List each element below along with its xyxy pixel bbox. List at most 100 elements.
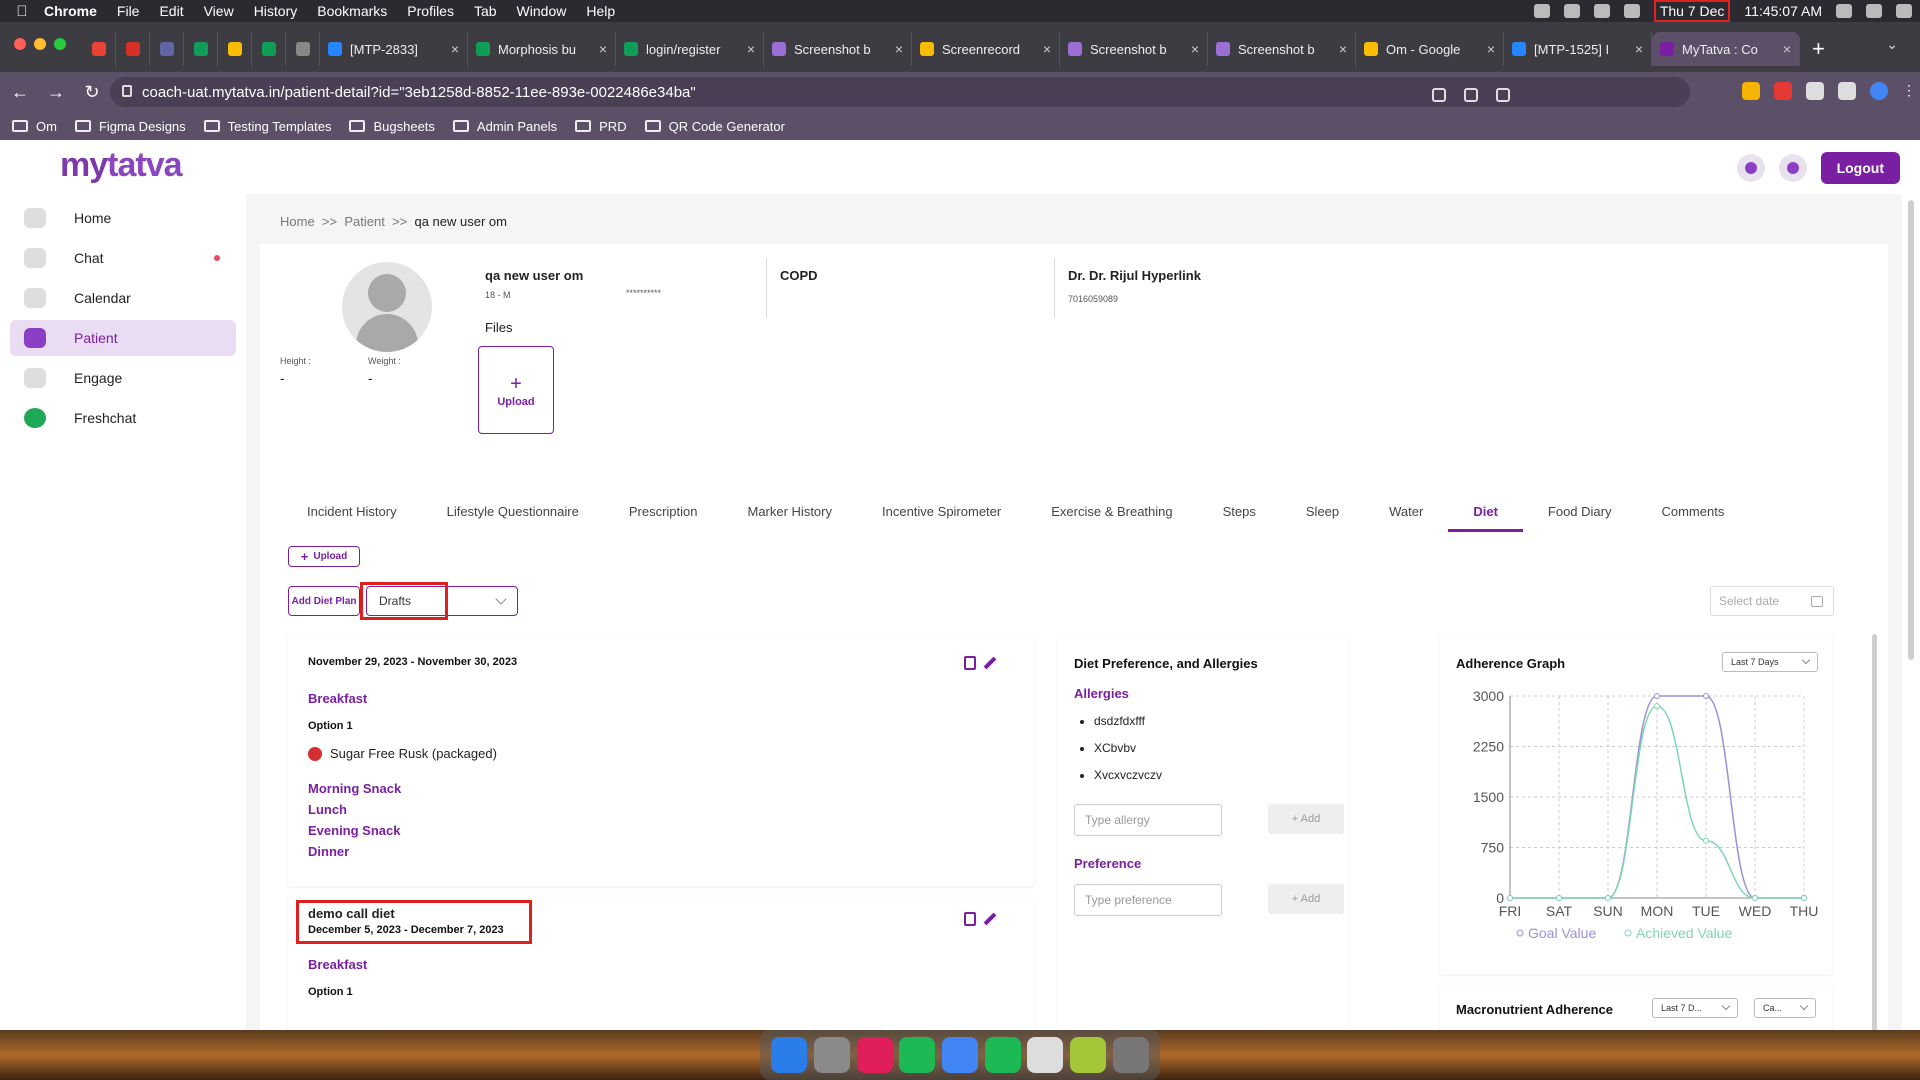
- breadcrumb-patient[interactable]: Patient: [344, 214, 384, 229]
- browser-tab[interactable]: Screenrecord ×: [912, 32, 1060, 66]
- menu-window[interactable]: Window: [517, 3, 567, 19]
- tab-marker-history[interactable]: Marker History: [722, 492, 857, 532]
- meal-breakfast[interactable]: Breakfast: [308, 688, 367, 709]
- browser-tab[interactable]: [MTP-1525] I ×: [1504, 32, 1652, 66]
- sidebar-item-home[interactable]: Home: [10, 200, 236, 236]
- browser-tab[interactable]: [150, 32, 184, 66]
- adherence-range-dropdown[interactable]: Last 7 Days: [1722, 652, 1818, 672]
- browser-tab[interactable]: [116, 32, 150, 66]
- dock-app-icon[interactable]: [984, 1037, 1021, 1073]
- browser-tab[interactable]: login/register ×: [616, 32, 764, 66]
- browser-tab[interactable]: Screenshot b ×: [1208, 32, 1356, 66]
- tab-sleep[interactable]: Sleep: [1281, 492, 1364, 532]
- address-bar[interactable]: coach-uat.mytatva.in/patient-detail?id="…: [110, 77, 1690, 107]
- meal-dinner[interactable]: Dinner: [308, 841, 401, 862]
- dock-app-icon[interactable]: [813, 1037, 850, 1073]
- edit-pencil-icon[interactable]: [983, 656, 997, 670]
- menu-file[interactable]: File: [117, 3, 140, 19]
- dock-app-icon[interactable]: [1069, 1037, 1106, 1073]
- add-diet-plan-button[interactable]: Add Diet Plan: [288, 586, 360, 616]
- menu-bookmarks[interactable]: Bookmarks: [317, 3, 387, 19]
- mytatva-logo[interactable]: mytatva: [60, 146, 183, 185]
- settings-gear-icon[interactable]: [1736, 154, 1765, 182]
- browser-tab[interactable]: [218, 32, 252, 66]
- bookmark-item[interactable]: Om: [12, 119, 57, 134]
- tab-lifestyle-questionnaire[interactable]: Lifestyle Questionnaire: [422, 492, 604, 532]
- dock-app-icon[interactable]: [1027, 1037, 1064, 1073]
- browser-tab[interactable]: [82, 32, 116, 66]
- menu-view[interactable]: View: [204, 3, 234, 19]
- spotlight-icon[interactable]: [1836, 4, 1852, 18]
- close-tab-icon[interactable]: ×: [1487, 41, 1495, 57]
- adblock-icon[interactable]: [1774, 82, 1792, 100]
- back-arrow-icon[interactable]: ←: [4, 82, 36, 103]
- puzzle-icon[interactable]: [1806, 82, 1824, 100]
- browser-tab[interactable]: Om - Google ×: [1356, 32, 1504, 66]
- copy-icon[interactable]: [964, 656, 976, 670]
- select-date-input[interactable]: Select date: [1710, 586, 1834, 616]
- bookmark-item[interactable]: Testing Templates: [203, 119, 331, 134]
- meal-evening-snack[interactable]: Evening Snack: [308, 820, 401, 841]
- edit-pencil-icon[interactable]: [983, 912, 997, 926]
- zoom-window-button[interactable]: [54, 38, 66, 50]
- sidebar-item-patient[interactable]: Patient: [10, 320, 236, 356]
- browser-tab[interactable]: [184, 32, 218, 66]
- close-tab-icon[interactable]: ×: [895, 41, 903, 57]
- macro-range-dropdown[interactable]: Last 7 D...: [1652, 998, 1738, 1018]
- menubar-time[interactable]: 11:45:07 AM: [1744, 3, 1822, 19]
- browser-tab[interactable]: [286, 32, 320, 66]
- bookmark-item[interactable]: Admin Panels: [452, 119, 557, 134]
- menu-app-name[interactable]: Chrome: [44, 3, 97, 19]
- breadcrumb-home[interactable]: Home: [280, 214, 315, 229]
- tab-steps[interactable]: Steps: [1198, 492, 1281, 532]
- macro-type-dropdown[interactable]: Ca...: [1754, 998, 1816, 1018]
- browser-tab[interactable]: Morphosis bu ×: [468, 32, 616, 66]
- share-icon[interactable]: [1464, 88, 1478, 102]
- display-icon[interactable]: [1593, 4, 1610, 18]
- browser-tab[interactable]: [252, 32, 286, 66]
- add-allergy-button[interactable]: + Add: [1268, 804, 1344, 834]
- browser-tab[interactable]: Screenshot b ×: [1060, 32, 1208, 66]
- close-tab-icon[interactable]: ×: [1043, 41, 1051, 57]
- tab-diet[interactable]: Diet: [1448, 492, 1523, 532]
- page-scrollbar[interactable]: [1908, 200, 1914, 660]
- sidebar-item-freshchat[interactable]: Freshchat: [10, 400, 236, 436]
- apple-icon[interactable]: : [0, 3, 44, 20]
- add-preference-button[interactable]: + Add: [1268, 884, 1344, 914]
- tab-water[interactable]: Water: [1364, 492, 1448, 532]
- logout-button[interactable]: Logout: [1820, 152, 1900, 184]
- close-tab-icon[interactable]: ×: [451, 41, 459, 57]
- bookmark-item[interactable]: PRD: [575, 119, 627, 134]
- tab-incentive-spirometer[interactable]: Incentive Spirometer: [857, 492, 1026, 532]
- sidebar-item-calendar[interactable]: Calendar: [10, 280, 236, 316]
- meal-lunch[interactable]: Lunch: [308, 799, 401, 820]
- volume-icon[interactable]: [1623, 4, 1640, 18]
- dock-app-icon[interactable]: [899, 1037, 936, 1073]
- tab-prescription[interactable]: Prescription: [604, 492, 723, 532]
- bookmark-item[interactable]: QR Code Generator: [644, 119, 785, 134]
- extension-pen-icon[interactable]: [1742, 82, 1760, 100]
- sync-icon[interactable]: [1563, 4, 1580, 18]
- browser-tab[interactable]: MyTatva : Co ×: [1652, 32, 1800, 66]
- zoom-icon[interactable]: [1432, 88, 1446, 102]
- close-tab-icon[interactable]: ×: [1191, 41, 1199, 57]
- siri-icon[interactable]: [1866, 4, 1882, 18]
- sidebar-item-engage[interactable]: Engage: [10, 360, 236, 396]
- dock-app-icon[interactable]: [941, 1037, 978, 1073]
- minimize-window-button[interactable]: [34, 38, 46, 50]
- bookmark-item[interactable]: Bugsheets: [349, 119, 435, 134]
- kebab-menu-icon[interactable]: ⋮: [1902, 82, 1916, 100]
- close-window-button[interactable]: [14, 38, 26, 50]
- close-tab-icon[interactable]: ×: [1783, 41, 1791, 57]
- tab-search-chevron-icon[interactable]: ⌄: [1886, 36, 1898, 53]
- tab-food-diary[interactable]: Food Diary: [1523, 492, 1637, 532]
- dock-app-icon[interactable]: [856, 1037, 893, 1073]
- url-text[interactable]: coach-uat.mytatva.in/patient-detail?id="…: [142, 84, 696, 101]
- browser-tab[interactable]: Screenshot b ×: [764, 32, 912, 66]
- dock-app-icon[interactable]: [771, 1037, 808, 1073]
- menubar-date[interactable]: Thu 7 Dec: [1653, 0, 1731, 22]
- tab-exercise-breathing[interactable]: Exercise & Breathing: [1026, 492, 1197, 532]
- menu-edit[interactable]: Edit: [159, 3, 183, 19]
- meal-breakfast[interactable]: Breakfast: [308, 954, 367, 975]
- meal-morning-snack[interactable]: Morning Snack: [308, 778, 401, 799]
